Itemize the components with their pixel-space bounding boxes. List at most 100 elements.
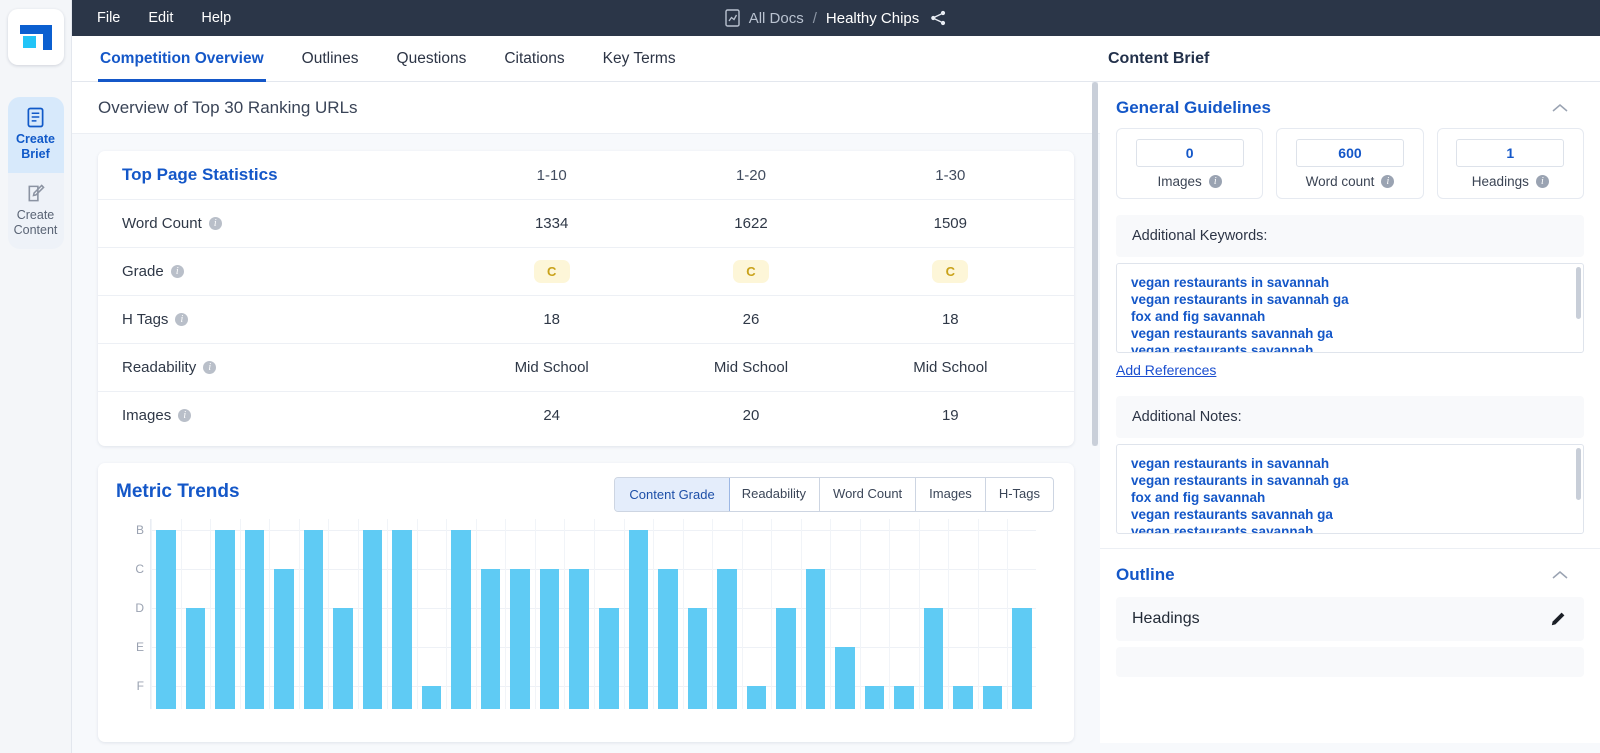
segment-content-grade[interactable]: Content Grade	[615, 478, 730, 511]
info-icon[interactable]: i	[208, 217, 222, 230]
tab-key-terms[interactable]: Key Terms	[601, 36, 678, 82]
stats-cell: Mid School	[514, 359, 589, 376]
additional-keywords-box[interactable]: vegan restaurants in savannah vegan rest…	[1116, 263, 1584, 353]
keyword-item[interactable]: vegan restaurants savannah	[1131, 342, 1569, 352]
chart-bar[interactable]	[1012, 608, 1032, 709]
table-row: H Tags i 18 26 18	[98, 295, 1074, 343]
chart-vertical-gridline	[446, 519, 448, 709]
note-item[interactable]: vegan restaurants savannah ga	[1131, 506, 1569, 523]
menu-help[interactable]: Help	[201, 10, 231, 26]
breadcrumb-current-doc[interactable]: Healthy Chips	[826, 10, 919, 27]
segment-images[interactable]: Images	[916, 478, 986, 511]
row-label-text: Grade	[122, 263, 164, 280]
info-icon[interactable]: i	[1535, 175, 1549, 188]
breadcrumb-all-docs[interactable]: All Docs	[749, 10, 804, 27]
stats-table-header: Top Page Statistics 1-10 1-20 1-30	[98, 151, 1074, 199]
chart-bar[interactable]	[539, 569, 560, 709]
tab-citations[interactable]: Citations	[502, 36, 566, 82]
note-item[interactable]: vegan restaurants savannah	[1131, 523, 1569, 533]
chart-bar[interactable]	[658, 569, 678, 709]
main-content: Overview of Top 30 Ranking URLs Top Page…	[72, 82, 1100, 753]
chart-bar[interactable]	[717, 569, 737, 709]
create-content-button[interactable]: Create Content	[8, 173, 64, 249]
chart-bar[interactable]	[864, 686, 885, 709]
additional-notes-box[interactable]: vegan restaurants in savannah vegan rest…	[1116, 444, 1584, 534]
guideline-stats-row: 0 Images i 600 Word count i 1 Headings i	[1100, 128, 1600, 199]
keywords-scrollbar-thumb[interactable]	[1576, 267, 1581, 319]
chart-bar[interactable]	[805, 569, 826, 709]
pencil-icon[interactable]	[1549, 611, 1566, 628]
chart-bar[interactable]	[569, 569, 589, 709]
chart-bar[interactable]	[687, 608, 708, 709]
chart-bar[interactable]	[244, 530, 265, 709]
notes-scrollbar-thumb[interactable]	[1576, 448, 1581, 500]
chart-vertical-gridline	[180, 519, 182, 709]
outline-section: Outline Headings	[1100, 548, 1600, 677]
main-scrollbar-thumb[interactable]	[1092, 82, 1098, 446]
create-brief-button[interactable]: Create Brief	[7, 97, 64, 173]
chart-bar[interactable]	[982, 686, 1003, 709]
chart-bar[interactable]	[923, 608, 944, 709]
stats-cell: 19	[941, 407, 959, 424]
menu-edit[interactable]: Edit	[148, 10, 173, 26]
chart-y-axis: B C D E F	[116, 519, 150, 697]
menu-file[interactable]: File	[97, 10, 120, 26]
outline-headings-row[interactable]: Headings	[1116, 597, 1584, 641]
keyword-item[interactable]: vegan restaurants in savannah	[1131, 274, 1569, 291]
chart-bar[interactable]	[894, 686, 914, 709]
chevron-up-icon[interactable]	[1552, 103, 1568, 113]
keyword-item[interactable]: vegan restaurants savannah ga	[1131, 325, 1569, 342]
note-item[interactable]: vegan restaurants in savannah	[1131, 455, 1569, 472]
chart-bar[interactable]	[185, 608, 206, 709]
chevron-up-icon[interactable]	[1552, 570, 1568, 580]
chart-bar[interactable]	[274, 569, 294, 709]
row-label-text: Readability	[122, 359, 197, 376]
chart-bar[interactable]	[599, 608, 619, 709]
info-icon[interactable]: i	[1381, 175, 1395, 188]
chart-bar[interactable]	[451, 530, 471, 709]
chart-bar[interactable]	[333, 608, 353, 709]
chart-vertical-gridline	[387, 519, 389, 709]
chart-bar[interactable]	[835, 647, 855, 709]
tab-competition-overview[interactable]: Competition Overview	[98, 36, 266, 82]
info-icon[interactable]: i	[175, 313, 189, 326]
share-icon[interactable]	[930, 10, 947, 26]
info-icon[interactable]: i	[203, 361, 217, 374]
chart-bar[interactable]	[480, 569, 501, 709]
outline-header: Outline	[1100, 549, 1600, 595]
info-icon[interactable]: i	[178, 409, 192, 422]
info-icon[interactable]: i	[170, 265, 184, 278]
y-axis-tick: B	[135, 523, 144, 537]
keyword-item[interactable]: vegan restaurants in savannah ga	[1131, 291, 1569, 308]
note-item[interactable]: fox and fig savannah	[1131, 489, 1569, 506]
chart-bar[interactable]	[215, 530, 235, 709]
word-count-input[interactable]: 600	[1295, 139, 1404, 167]
chart-bar[interactable]	[746, 686, 767, 709]
stats-cell: C	[851, 260, 1050, 283]
chart-bar[interactable]	[776, 608, 796, 709]
images-input[interactable]: 0	[1135, 139, 1244, 167]
segment-h-tags[interactable]: H-Tags	[986, 478, 1053, 511]
tab-questions[interactable]: Questions	[395, 36, 469, 82]
segment-readability[interactable]: Readability	[729, 478, 821, 511]
chart-bar[interactable]	[362, 530, 383, 709]
chart-bar[interactable]	[303, 530, 324, 709]
keyword-item[interactable]: fox and fig savannah	[1131, 308, 1569, 325]
info-icon[interactable]: i	[1208, 175, 1222, 188]
chart-bar[interactable]	[421, 686, 442, 709]
stats-cell: C	[651, 260, 850, 283]
chart-bar[interactable]	[628, 530, 649, 709]
tab-outlines[interactable]: Outlines	[300, 36, 361, 82]
chart-bar[interactable]	[156, 530, 176, 709]
chart-bar[interactable]	[392, 530, 412, 709]
main-scrollbar-track[interactable]	[1092, 82, 1098, 446]
note-item[interactable]: vegan restaurants in savannah ga	[1131, 472, 1569, 489]
app-logo[interactable]	[7, 9, 64, 65]
outline-empty-row[interactable]	[1116, 647, 1584, 677]
headings-input[interactable]: 1	[1456, 139, 1565, 167]
chart-bar[interactable]	[953, 686, 973, 709]
chart-bar[interactable]	[510, 569, 530, 709]
chart-vertical-gridline	[859, 519, 861, 709]
segment-word-count[interactable]: Word Count	[820, 478, 917, 511]
add-references-link[interactable]: Add References	[1116, 362, 1216, 378]
